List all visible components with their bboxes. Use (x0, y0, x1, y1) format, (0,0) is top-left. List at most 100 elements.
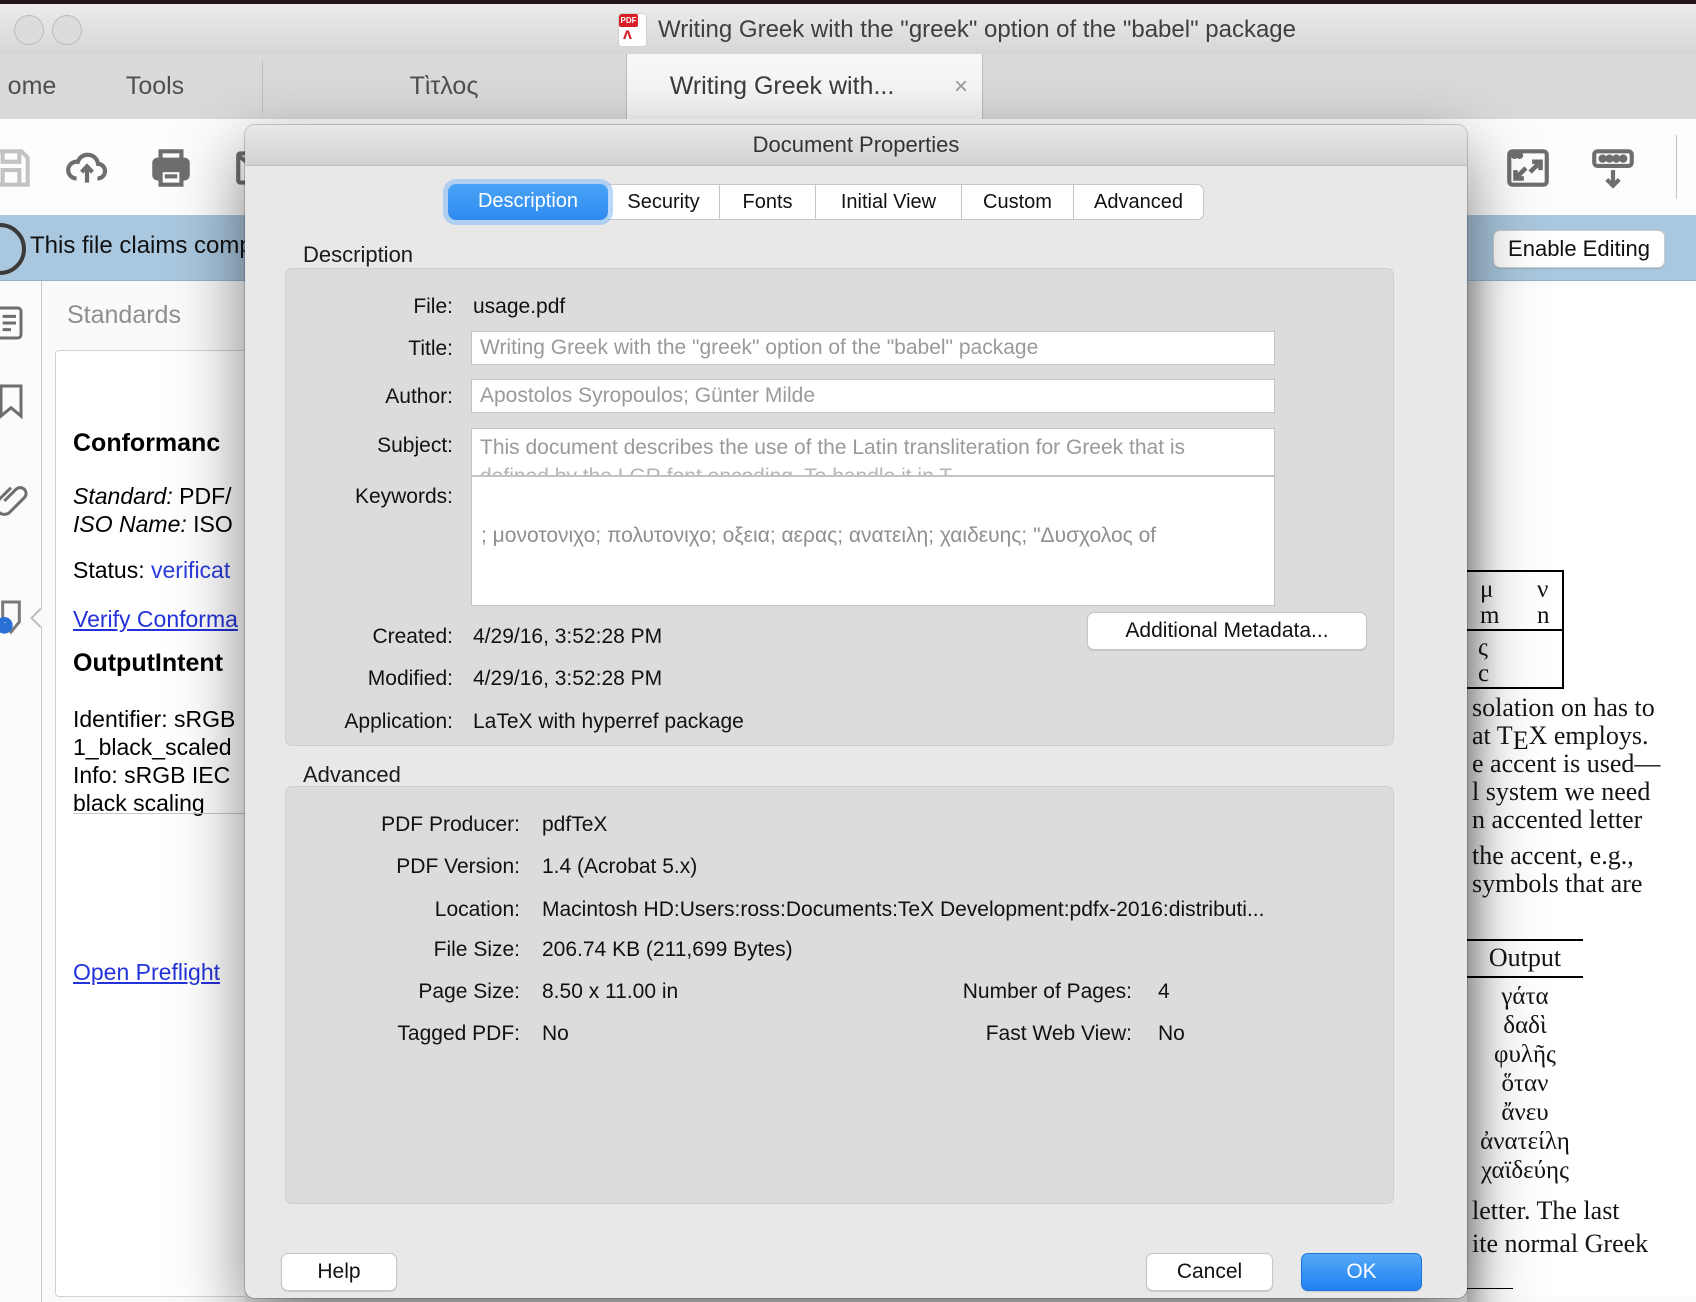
tab-active-label: Writing Greek with... (627, 54, 937, 119)
number-of-pages-label: Number of Pages: (932, 980, 1132, 1004)
app-window: PDF ᴧ Writing Greek with the "greek" opt… (0, 0, 1696, 1302)
compliance-badge-icon (0, 223, 26, 275)
cancel-button[interactable]: Cancel (1146, 1253, 1273, 1291)
location-label: Location: (316, 898, 520, 922)
tab-home[interactable]: ome (0, 54, 82, 119)
pdf-text-line: the accent, e.g., (1472, 841, 1634, 871)
output-table-row: δαδὶ (1467, 1012, 1583, 1040)
standards-panel-title: Standards (67, 301, 181, 330)
fit-window-icon[interactable] (1503, 143, 1553, 193)
window-titlebar: PDF ᴧ Writing Greek with the "greek" opt… (0, 4, 1696, 55)
page-size-value: 8.50 x 11.00 in (542, 980, 678, 1004)
output-table-header: Output (1467, 943, 1583, 973)
print-icon[interactable] (146, 143, 196, 193)
tab-security[interactable]: Security (608, 184, 720, 220)
pdf-text-line: l system we need (1472, 777, 1650, 807)
footnote-rule (1467, 1288, 1513, 1289)
file-size-value: 206.74 KB (211,699 Bytes) (542, 938, 793, 962)
pdf-file-icon: PDF ᴧ (619, 14, 646, 46)
standards-panel-content: Conformanc Standard: PDF/ ISO Name: ISO … (55, 350, 245, 1297)
description-group-box: File: usage.pdf Title: Writing Greek wit… (285, 268, 1394, 746)
status-label: Status: (73, 557, 145, 583)
tab-advanced[interactable]: Advanced (1074, 184, 1204, 220)
navigation-rail: i (0, 281, 42, 1302)
identifier-line: 1_black_scaled (73, 734, 232, 761)
page-size-label: Page Size: (316, 980, 520, 1004)
panel-divider (73, 813, 245, 814)
share-upload-icon[interactable] (62, 143, 112, 193)
application-value: LaTeX with hyperref package (473, 710, 744, 734)
description-section-label: Description (303, 242, 413, 268)
tab-initial-view[interactable]: Initial View (816, 184, 962, 220)
hide-toolbar-icon[interactable] (1588, 143, 1638, 193)
help-button[interactable]: Help (281, 1253, 397, 1291)
toolbar-separator (1676, 135, 1677, 199)
pdf-text-line: n accented letter (1472, 805, 1642, 835)
tagged-pdf-value: No (542, 1022, 569, 1046)
verify-conformance-link[interactable]: Verify Conforma (73, 606, 238, 632)
title-input[interactable]: Writing Greek with the "greek" option of… (471, 331, 1275, 365)
keywords-input[interactable]: ; μονοτονιχο; πολυτονιχο; οξεια; αερας; … (471, 476, 1275, 606)
tab-active-document[interactable]: Writing Greek with... × (626, 54, 983, 119)
pdf-text-line: e accent is used— (1472, 749, 1660, 779)
traffic-light-close[interactable] (14, 15, 44, 45)
output-table-row: ἀνατείλη (1467, 1128, 1583, 1156)
author-input[interactable]: Apostolos Syropoulos; Günter Milde (471, 379, 1275, 413)
close-tab-icon[interactable]: × (954, 74, 968, 100)
additional-metadata-button[interactable]: Additional Metadata... (1087, 612, 1367, 650)
standards-icon[interactable]: i (0, 597, 34, 637)
tab-description[interactable]: Description (448, 184, 608, 220)
traffic-light-minimize[interactable] (52, 15, 82, 45)
standard-value: PDF/ (179, 483, 231, 509)
output-table-row: ἄνευ (1467, 1099, 1583, 1127)
modified-value: 4/29/16, 3:52:28 PM (473, 667, 662, 691)
table-cell: ς (1478, 634, 1488, 662)
acrobat-glyph: ᴧ (623, 26, 632, 44)
pdf-producer-label: PDF Producer: (316, 813, 520, 837)
pdf-page-content: μ ν m n ς c solation on has to at TEX em… (1467, 281, 1696, 1302)
keywords-label: Keywords: (303, 485, 453, 509)
table-cell: μ (1480, 576, 1493, 604)
number-of-pages-value: 4 (1158, 980, 1170, 1004)
table-cell: ν (1537, 576, 1548, 604)
author-label: Author: (303, 385, 453, 409)
keywords-line: Μένανδρος (481, 603, 1156, 606)
standards-panel: Standards Conformanc Standard: PDF/ ISO … (42, 281, 245, 1302)
output-table-row: φυλῆς (1467, 1041, 1583, 1069)
file-value: usage.pdf (473, 295, 565, 319)
status-value: verificat (151, 557, 230, 583)
pdf-text-line: letter. The last (1472, 1196, 1620, 1226)
open-preflight-link[interactable]: Open Preflight (73, 959, 220, 985)
tab-custom[interactable]: Custom (962, 184, 1074, 220)
identifier-line: Info: sRGB IEC (73, 762, 230, 789)
fast-web-view-label: Fast Web View: (932, 1022, 1132, 1046)
dialog-titlebar[interactable]: Document Properties (245, 125, 1467, 166)
table-cell: n (1537, 602, 1550, 630)
location-value: Macintosh HD:Users:ross:Documents:TeX De… (542, 898, 1264, 922)
pdf-version-label: PDF Version: (316, 855, 520, 879)
pdf-producer-value: pdfTeX (542, 813, 607, 837)
tab-fonts[interactable]: Fonts (720, 184, 816, 220)
svg-text:i: i (2, 619, 6, 634)
pdf-text-line-tex: at TEX employs. (1472, 721, 1648, 751)
tab-titlos[interactable]: Τὶτλος (263, 54, 625, 119)
dialog-title: Document Properties (245, 132, 1467, 158)
table-rule (1467, 939, 1583, 941)
identifier-line: Identifier: sRGB (73, 706, 235, 733)
iso-name-label: ISO Name: (73, 511, 187, 537)
compliance-message: This file claims compli (30, 232, 263, 260)
pdf-text-line: ite normal Greek (1472, 1229, 1648, 1259)
page-thumbnails-icon[interactable] (0, 303, 34, 343)
tab-tools[interactable]: Tools (100, 54, 210, 119)
dialog-tab-control: Description Security Fonts Initial View … (448, 184, 1204, 220)
save-icon[interactable] (0, 143, 36, 193)
subject-input[interactable]: This document describes the use of the L… (471, 428, 1275, 476)
ok-button[interactable]: OK (1301, 1253, 1422, 1291)
bookmarks-icon[interactable] (0, 381, 34, 421)
conformance-heading: Conformanc (73, 429, 220, 457)
pdf-text-line: symbols that are (1472, 869, 1642, 899)
enable-editing-button[interactable]: Enable Editing (1493, 230, 1665, 268)
table-rule (1467, 976, 1583, 978)
fast-web-view-value: No (1158, 1022, 1185, 1046)
attachments-icon[interactable] (0, 481, 34, 521)
